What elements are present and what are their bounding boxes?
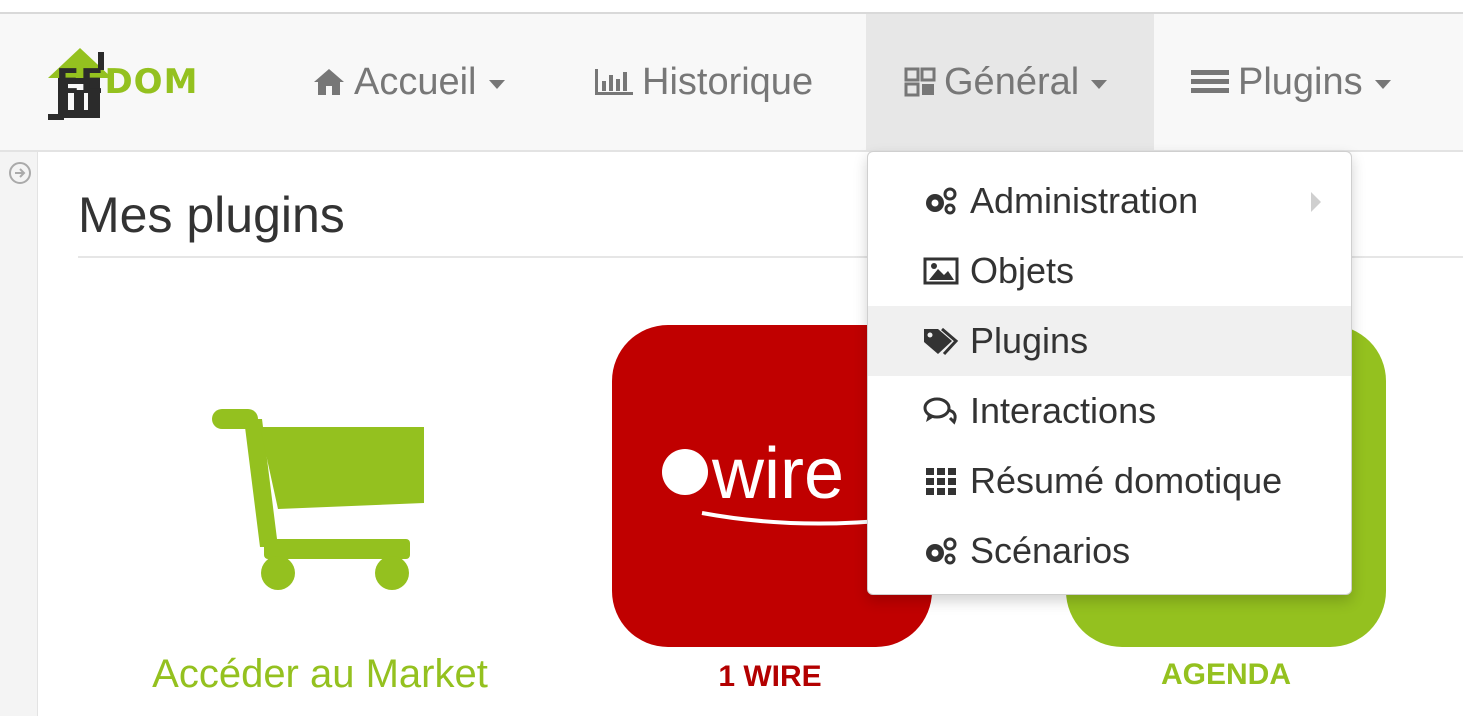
nav-plugins-label: Plugins xyxy=(1238,60,1363,103)
th-icon xyxy=(920,466,962,496)
nav-general[interactable]: Général xyxy=(866,14,1154,150)
nav-historique[interactable]: Historique xyxy=(594,14,813,150)
home-icon xyxy=(312,67,346,97)
menu-item-resume-domotique[interactable]: Résumé domotique xyxy=(868,446,1351,516)
menu-item-objets[interactable]: Objets xyxy=(868,236,1351,306)
general-dropdown-menu: Administration Objets Plugins Interactio… xyxy=(867,151,1352,595)
logo-text-suffix: DOM xyxy=(104,62,199,102)
plugin-label-agenda: AGENDA xyxy=(1160,658,1291,691)
grid-icon xyxy=(904,67,936,97)
wire-logo-text: wire xyxy=(712,434,845,514)
menu-item-administration[interactable]: Administration xyxy=(868,166,1351,236)
menu-item-administration-label: Administration xyxy=(970,180,1199,221)
menu-item-resume-domotique-label: Résumé domotique xyxy=(970,460,1283,501)
comments-icon xyxy=(920,396,962,426)
tags-icon xyxy=(920,326,962,356)
sidebar-strip xyxy=(0,152,38,716)
logo-text: EEDOM xyxy=(56,62,198,102)
chevron-down-icon xyxy=(1374,79,1391,89)
menu-item-interactions-label: Interactions xyxy=(970,390,1157,431)
nav-accueil[interactable]: Accueil xyxy=(312,14,505,150)
nav-accueil-label: Accueil xyxy=(354,60,477,103)
chevron-down-icon xyxy=(488,79,505,89)
menu-item-plugins-label: Plugins xyxy=(970,320,1089,361)
picture-icon xyxy=(920,256,962,286)
nav-general-label: Général xyxy=(944,60,1080,103)
logo-text-prefix: EE xyxy=(56,62,105,102)
chevron-down-icon xyxy=(1091,79,1108,89)
navbar: EEDOM Accueil Historique Général Plugins xyxy=(0,14,1463,152)
menu-item-plugins[interactable]: Plugins xyxy=(868,306,1351,376)
wire-logo-circle-icon xyxy=(662,449,708,495)
market-label: Accéder au Market xyxy=(152,652,488,696)
bar-chart-icon xyxy=(594,67,634,97)
menu-item-objets-label: Objets xyxy=(970,250,1075,291)
list-icon xyxy=(1190,67,1230,97)
cogs-icon xyxy=(920,535,962,567)
shopping-cart-icon xyxy=(212,409,424,590)
nav-historique-label: Historique xyxy=(642,60,814,103)
cogs-icon xyxy=(920,185,962,217)
plugin-label-1wire: 1 WIRE xyxy=(718,660,822,693)
sidebar-toggle-icon[interactable] xyxy=(9,162,31,184)
menu-item-scenarios-label: Scénarios xyxy=(970,530,1131,571)
nav-plugins[interactable]: Plugins xyxy=(1190,14,1391,150)
menu-item-scenarios[interactable]: Scénarios xyxy=(868,516,1351,586)
chevron-right-icon xyxy=(1311,192,1321,212)
menu-item-interactions[interactable]: Interactions xyxy=(868,376,1351,446)
page-title: Mes plugins xyxy=(78,187,345,243)
